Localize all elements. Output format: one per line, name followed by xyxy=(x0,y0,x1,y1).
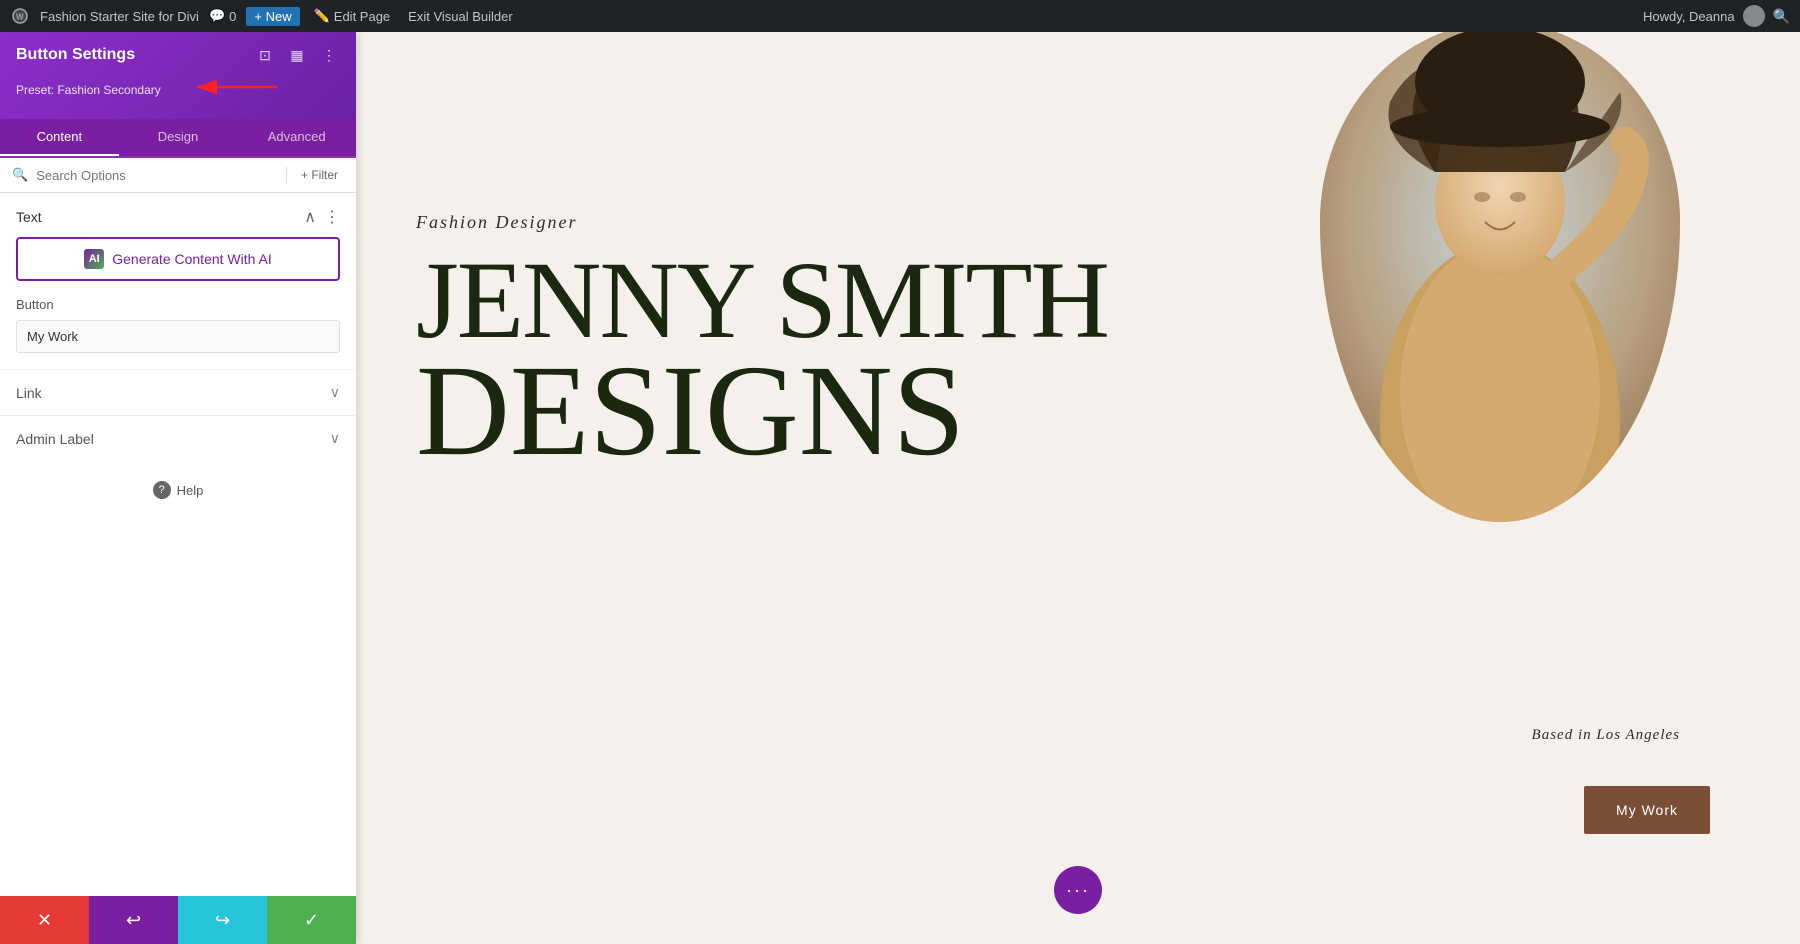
search-icon: 🔍 xyxy=(12,167,28,183)
my-work-button[interactable]: My Work xyxy=(1584,786,1710,834)
chevron-down-icon-2: ∨ xyxy=(330,430,340,447)
left-panel: Button Settings ⊡ ▦ ⋮ Preset: Fashion Se… xyxy=(0,32,356,944)
link-section-header[interactable]: Link ∨ xyxy=(0,370,356,415)
woman-portrait-svg xyxy=(1320,32,1680,522)
tab-advanced[interactable]: Advanced xyxy=(237,119,356,156)
admin-bar-left: W Fashion Starter Site for Divi 💬 0 + Ne… xyxy=(10,6,1631,26)
help-icon: ? xyxy=(153,481,171,499)
admin-label-header[interactable]: Admin Label ∨ xyxy=(0,416,356,461)
tab-design[interactable]: Design xyxy=(119,119,238,156)
wordpress-logo-icon[interactable]: W xyxy=(10,6,30,26)
button-text-input[interactable] xyxy=(16,320,340,353)
preset-label[interactable]: Preset: Fashion Secondary xyxy=(16,83,161,97)
admin-bar: W Fashion Starter Site for Divi 💬 0 + Ne… xyxy=(0,0,1800,32)
red-arrow-annotation xyxy=(187,72,287,102)
based-in-text: Based in Los Angeles xyxy=(1532,727,1680,744)
new-button[interactable]: + New xyxy=(246,7,299,26)
svg-text:W: W xyxy=(16,13,24,22)
link-section-title: Link xyxy=(16,385,42,401)
settings-icon[interactable]: ⊡ xyxy=(254,44,276,66)
admin-label-section: Admin Label ∨ xyxy=(0,415,356,461)
howdy-text: Howdy, Deanna xyxy=(1643,9,1735,24)
admin-bar-right: Howdy, Deanna 🔍 xyxy=(1643,5,1790,27)
filter-button[interactable]: + Filter xyxy=(295,166,344,184)
panel-header: Button Settings ⊡ ▦ ⋮ Preset: Fashion Se… xyxy=(0,32,356,119)
close-button[interactable]: ✕ xyxy=(0,896,89,944)
fashion-name-line2: DESIGNS xyxy=(416,353,1108,470)
comment-icon: 💬 xyxy=(209,8,225,24)
pencil-icon: ✏️ xyxy=(314,8,330,24)
tab-content[interactable]: Content xyxy=(0,119,119,156)
panel-tabs: Content Design Advanced xyxy=(0,119,356,158)
bottom-toolbar: ✕ ↩ ↪ ✓ xyxy=(0,896,356,944)
floating-dots-button[interactable]: ··· xyxy=(1054,866,1102,914)
redo-button[interactable]: ↪ xyxy=(178,896,267,944)
undo-icon: ↩ xyxy=(126,910,141,931)
button-field-label: Button xyxy=(16,297,340,312)
avatar[interactable] xyxy=(1743,5,1765,27)
portrait-container xyxy=(1320,32,1700,562)
panel-content: 🔍 + Filter Text ∧ ⋮ AI Generate Content … xyxy=(0,158,356,896)
search-icon[interactable]: 🔍 xyxy=(1773,8,1790,25)
more-options-icon[interactable]: ⋮ xyxy=(318,44,340,66)
portrait-oval xyxy=(1320,32,1680,522)
fashion-text: Fashion Designer JENNY SMITH DESIGNS xyxy=(416,212,1108,470)
panel-header-top: Button Settings ⊡ ▦ ⋮ xyxy=(16,44,340,66)
divider xyxy=(286,167,287,183)
site-name[interactable]: Fashion Starter Site for Divi xyxy=(40,9,199,24)
save-button[interactable]: ✓ xyxy=(267,896,356,944)
more-button[interactable]: ⋮ xyxy=(324,207,340,227)
chevron-down-icon: ∨ xyxy=(330,384,340,401)
undo-button[interactable]: ↩ xyxy=(89,896,178,944)
search-input[interactable] xyxy=(36,168,278,183)
edit-page-button[interactable]: ✏️ Edit Page xyxy=(310,6,395,26)
text-section-title: Text xyxy=(16,209,42,225)
fashion-name-line1: JENNY SMITH xyxy=(416,248,1108,353)
layout-icon[interactable]: ▦ xyxy=(286,44,308,66)
section-controls: ∧ ⋮ xyxy=(304,207,340,227)
comment-count[interactable]: 💬 0 xyxy=(209,8,236,24)
fashion-subtitle: Fashion Designer xyxy=(416,212,1108,233)
preset-line: Preset: Fashion Secondary xyxy=(16,72,340,107)
panel-header-icons: ⊡ ▦ ⋮ xyxy=(254,44,340,66)
text-section-header: Text ∧ ⋮ xyxy=(0,193,356,237)
ai-icon: AI xyxy=(84,249,104,269)
generate-ai-button[interactable]: AI Generate Content With AI xyxy=(16,237,340,281)
fashion-content: Fashion Designer JENNY SMITH DESIGNS Bas… xyxy=(356,32,1800,944)
admin-label-title: Admin Label xyxy=(16,431,94,447)
save-icon: ✓ xyxy=(304,910,319,931)
help-button[interactable]: ? Help xyxy=(153,481,204,499)
collapse-button[interactable]: ∧ xyxy=(304,207,316,227)
help-section: ? Help xyxy=(0,461,356,519)
main-area: Button Settings ⊡ ▦ ⋮ Preset: Fashion Se… xyxy=(0,32,1800,944)
button-section: Button xyxy=(0,297,356,369)
search-bar: 🔍 + Filter xyxy=(0,158,356,193)
link-section: Link ∨ xyxy=(0,369,356,415)
close-icon: ✕ xyxy=(37,910,52,931)
panel-title: Button Settings xyxy=(16,46,135,64)
redo-icon: ↪ xyxy=(215,910,230,931)
content-area: Fashion Designer JENNY SMITH DESIGNS Bas… xyxy=(356,32,1800,944)
exit-builder-button[interactable]: Exit Visual Builder xyxy=(404,7,517,26)
